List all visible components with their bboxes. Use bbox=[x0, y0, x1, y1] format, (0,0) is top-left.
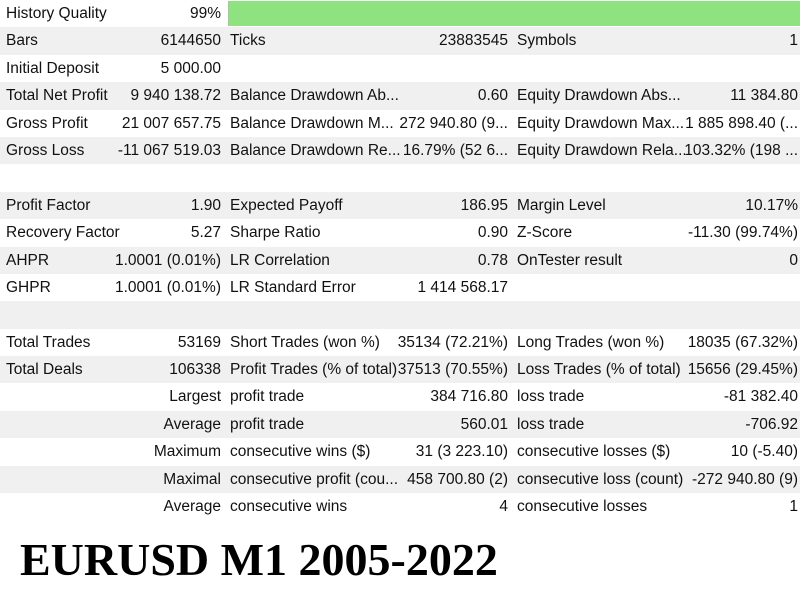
row-average-consecutive: Average consecutive wins 4 consecutive l… bbox=[0, 493, 800, 521]
symbols-label: Symbols bbox=[517, 32, 577, 50]
row-spacer bbox=[0, 164, 800, 192]
row-largest: Largest profit trade 384 716.80 loss tra… bbox=[0, 383, 800, 411]
equity-drawdown-abs-value: 11 384.80 bbox=[730, 87, 798, 105]
ghpr-value: 1.0001 (0.01%) bbox=[115, 278, 221, 296]
history-quality-bar bbox=[228, 1, 800, 26]
maximal-consecutive-loss-label: consecutive loss (count) bbox=[517, 470, 684, 488]
average-profit-trade-label: profit trade bbox=[230, 415, 305, 433]
lr-correlation-value: 0.78 bbox=[477, 251, 508, 269]
lr-standard-error-value: 1 414 568.17 bbox=[417, 278, 508, 296]
largest-loss-trade-value: -81 382.40 bbox=[723, 388, 798, 406]
recovery-factor-value: 5.27 bbox=[190, 224, 221, 242]
average-consecutive-losses-label: consecutive losses bbox=[517, 498, 648, 516]
maximum-consecutive-losses-label: consecutive losses ($) bbox=[517, 443, 671, 461]
row-initial-deposit: Initial Deposit 5 000.00 bbox=[0, 54, 800, 83]
balance-drawdown-max-value: 272 940.80 (9... bbox=[399, 114, 508, 132]
row-profit-factor: Profit Factor 1.90 Expected Payoff 186.9… bbox=[0, 191, 800, 220]
row-average: Average profit trade 560.01 loss trade -… bbox=[0, 410, 800, 439]
largest-loss-trade-label: loss trade bbox=[517, 388, 585, 406]
z-score-label: Z-Score bbox=[517, 224, 573, 242]
short-trades-label: Short Trades (won %) bbox=[230, 333, 380, 351]
row-total-deals: Total Deals 106338 Profit Trades (% of t… bbox=[0, 356, 800, 384]
row-ghpr: GHPR 1.0001 (0.01%) LR Standard Error 1 … bbox=[0, 273, 800, 302]
total-deals-value: 106338 bbox=[169, 361, 221, 379]
history-quality-value: 99% bbox=[189, 5, 221, 22]
margin-level-label: Margin Level bbox=[517, 196, 606, 214]
sharpe-ratio-value: 0.90 bbox=[477, 224, 508, 242]
row-history-quality: History Quality 99% bbox=[0, 0, 800, 28]
loss-trades-value: 15656 (29.45%) bbox=[687, 361, 798, 379]
row-maximum: Maximum consecutive wins ($) 31 (3 223.1… bbox=[0, 438, 800, 466]
sharpe-ratio-label: Sharpe Ratio bbox=[230, 224, 321, 242]
average-consecutive-label: Average bbox=[163, 498, 221, 516]
expected-payoff-label: Expected Payoff bbox=[230, 196, 343, 214]
ahpr-value: 1.0001 (0.01%) bbox=[115, 251, 221, 269]
ontester-result-label: OnTester result bbox=[517, 251, 623, 269]
average-label: Average bbox=[163, 415, 221, 433]
balance-drawdown-abs-value: 0.60 bbox=[477, 87, 508, 105]
loss-trades-label: Loss Trades (% of total) bbox=[517, 361, 681, 379]
row-recovery-factor: Recovery Factor 5.27 Sharpe Ratio 0.90 Z… bbox=[0, 219, 800, 247]
total-net-profit-value: 9 940 138.72 bbox=[130, 87, 221, 105]
ontester-result-value: 0 bbox=[789, 251, 798, 269]
maximum-consecutive-wins-label: consecutive wins ($) bbox=[230, 443, 371, 461]
long-trades-value: 18035 (67.32%) bbox=[687, 333, 798, 351]
row-maximal: Maximal consecutive profit (cou... 458 7… bbox=[0, 465, 800, 494]
bars-value: 6144650 bbox=[160, 32, 221, 50]
average-consecutive-wins-label: consecutive wins bbox=[230, 498, 348, 516]
row-gross-profit: Gross Profit 21 007 657.75 Balance Drawd… bbox=[0, 109, 800, 137]
total-trades-value: 53169 bbox=[177, 333, 221, 351]
balance-drawdown-abs-label: Balance Drawdown Ab... bbox=[230, 87, 399, 105]
profit-factor-value: 1.90 bbox=[190, 196, 221, 214]
maximum-consecutive-losses-value: 10 (-5.40) bbox=[730, 443, 798, 461]
equity-drawdown-abs-label: Equity Drawdown Abs... bbox=[517, 87, 681, 105]
balance-drawdown-rel-value: 16.79% (52 6... bbox=[402, 141, 508, 159]
row-total-net-profit: Total Net Profit 9 940 138.72 Balance Dr… bbox=[0, 82, 800, 110]
maximum-consecutive-wins-value: 31 (3 223.10) bbox=[415, 443, 508, 461]
maximal-consecutive-loss-value: -272 940.80 (9) bbox=[692, 470, 798, 488]
equity-drawdown-rel-value: 103.32% (198 ... bbox=[684, 141, 798, 159]
row-gross-loss: Gross Loss -11 067 519.03 Balance Drawdo… bbox=[0, 136, 800, 165]
equity-drawdown-max-value: 1 885 898.40 (... bbox=[685, 114, 798, 132]
average-loss-trade-label: loss trade bbox=[517, 415, 585, 433]
lr-standard-error-label: LR Standard Error bbox=[230, 278, 356, 296]
row-total-trades: Total Trades 53169 Short Trades (won %) … bbox=[0, 328, 800, 357]
initial-deposit-value: 5 000.00 bbox=[160, 59, 221, 77]
largest-label: Largest bbox=[169, 388, 221, 406]
equity-drawdown-rel-label: Equity Drawdown Rela... bbox=[517, 141, 685, 159]
row-bars: Bars 6144650 Ticks 23883545 Symbols 1 bbox=[0, 27, 800, 55]
maximal-label: Maximal bbox=[163, 470, 221, 488]
gross-loss-value: -11 067 519.03 bbox=[117, 141, 221, 159]
caption-title: EURUSD M1 2005-2022 bbox=[20, 534, 498, 585]
lr-correlation-label: LR Correlation bbox=[230, 251, 330, 269]
short-trades-value: 35134 (72.21%) bbox=[397, 333, 508, 351]
ticks-label: Ticks bbox=[230, 32, 266, 50]
strategy-tester-report: History Quality 99% Bars 6144650 Ticks 2… bbox=[0, 0, 800, 521]
average-consecutive-losses-value: 1 bbox=[789, 498, 798, 516]
long-trades-label: Long Trades (won %) bbox=[517, 333, 665, 351]
average-profit-trade-value: 560.01 bbox=[460, 415, 508, 433]
largest-profit-trade-label: profit trade bbox=[230, 388, 305, 406]
expected-payoff-value: 186.95 bbox=[460, 196, 508, 214]
symbols-value: 1 bbox=[789, 32, 798, 50]
profit-trades-label: Profit Trades (% of total) bbox=[230, 361, 398, 379]
row-ahpr: AHPR 1.0001 (0.01%) LR Correlation 0.78 … bbox=[0, 246, 800, 274]
maximum-label: Maximum bbox=[153, 443, 221, 461]
margin-level-value: 10.17% bbox=[745, 196, 798, 214]
ticks-value: 23883545 bbox=[439, 32, 508, 50]
profit-trades-value: 37513 (70.55%) bbox=[397, 361, 508, 379]
row-spacer bbox=[0, 301, 800, 329]
largest-profit-trade-value: 384 716.80 bbox=[430, 388, 508, 406]
equity-drawdown-max-label: Equity Drawdown Max... bbox=[517, 114, 685, 132]
balance-drawdown-max-label: Balance Drawdown M... bbox=[230, 114, 394, 132]
average-consecutive-wins-value: 4 bbox=[499, 498, 508, 516]
gross-profit-value: 21 007 657.75 bbox=[121, 114, 221, 132]
average-loss-trade-value: -706.92 bbox=[745, 415, 798, 433]
maximal-consecutive-profit-label: consecutive profit (cou... bbox=[230, 470, 398, 488]
maximal-consecutive-profit-value: 458 700.80 (2) bbox=[407, 470, 508, 488]
z-score-value: -11.30 (99.74%) bbox=[688, 224, 798, 242]
balance-drawdown-rel-label: Balance Drawdown Re... bbox=[230, 141, 400, 159]
